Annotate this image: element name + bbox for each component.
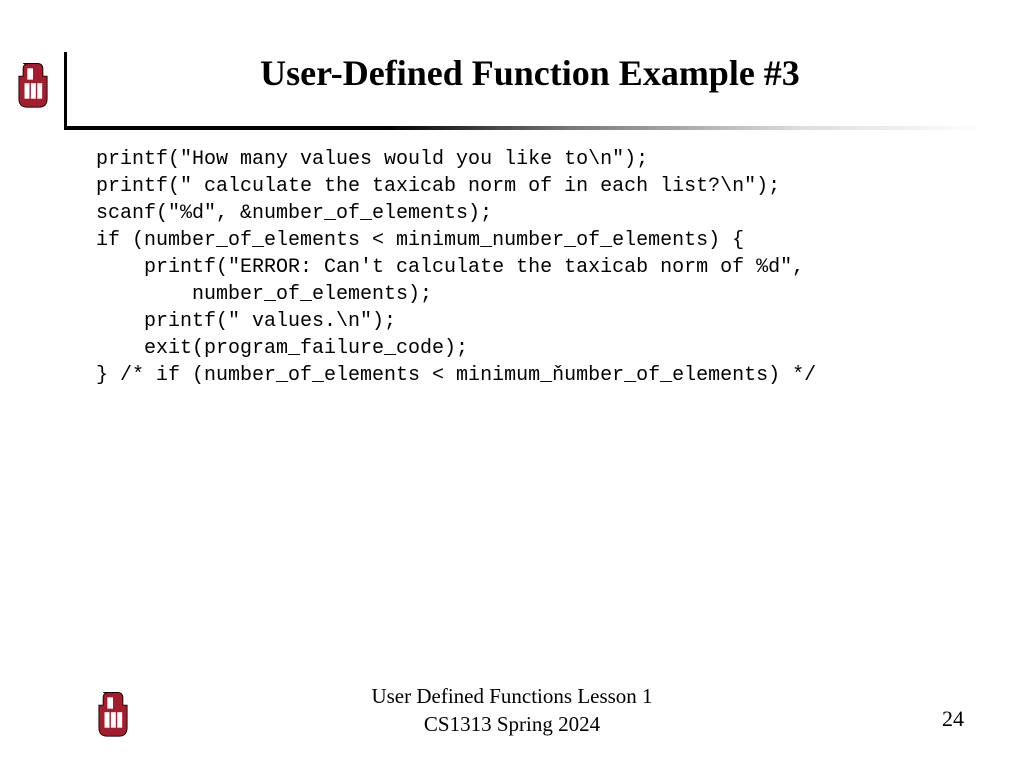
footer-line-1: User Defined Functions Lesson 1 bbox=[0, 683, 1024, 710]
slide: User-Defined Function Example #3 printf(… bbox=[0, 0, 1024, 768]
footer-text: User Defined Functions Lesson 1 CS1313 S… bbox=[0, 683, 1024, 738]
ou-logo-bottom bbox=[96, 691, 130, 744]
title-block: User-Defined Function Example #3 bbox=[64, 52, 984, 110]
ou-logo-top bbox=[16, 62, 50, 115]
title-horizontal-rule bbox=[64, 126, 984, 130]
slide-title: User-Defined Function Example #3 bbox=[64, 52, 984, 110]
page-number: 24 bbox=[942, 706, 964, 732]
footer: User Defined Functions Lesson 1 CS1313 S… bbox=[0, 683, 1024, 738]
ou-logo-icon bbox=[99, 692, 127, 736]
footer-line-2: CS1313 Spring 2024 bbox=[0, 711, 1024, 738]
code-block: printf("How many values would you like t… bbox=[96, 146, 984, 389]
ou-logo-icon bbox=[19, 63, 47, 107]
